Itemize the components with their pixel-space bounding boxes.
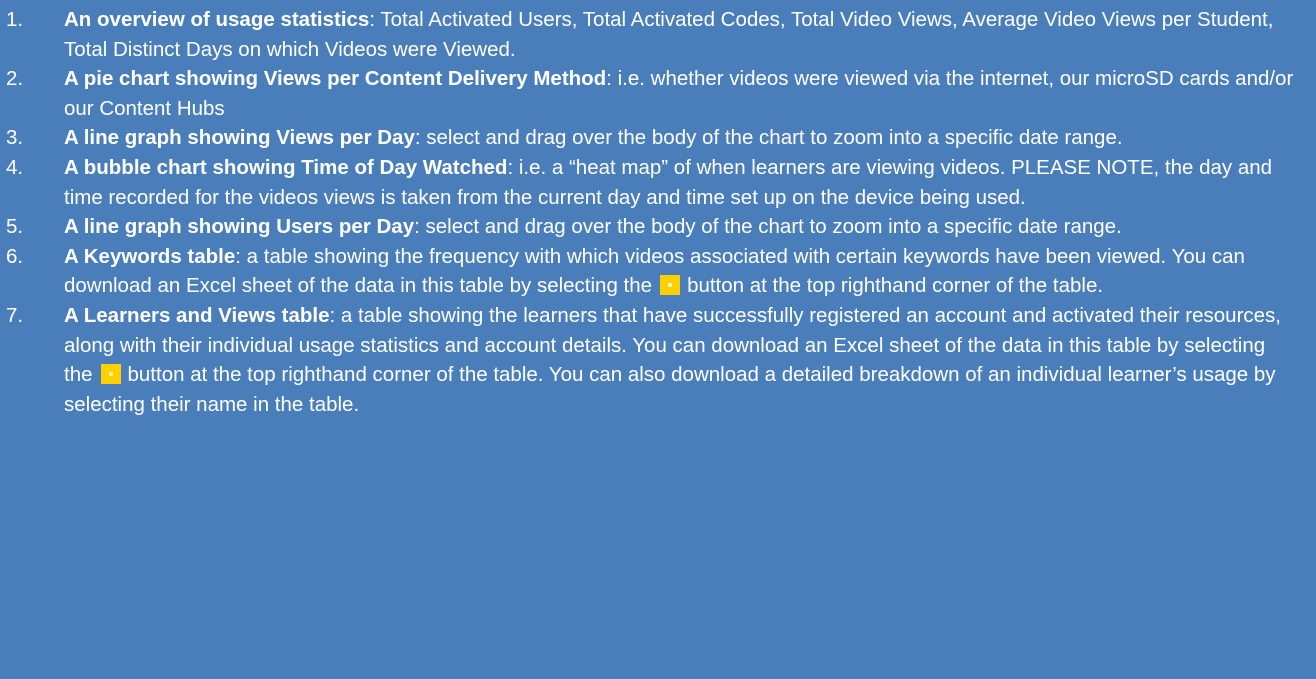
document-page: 1. An overview of usage statistics: Total… [0,0,1316,679]
list-item-title: An overview of usage statistics [64,8,370,31]
list-item: 6. A Keywords table: a table showing the … [6,242,1296,301]
list-item-text: button at the top righthand corner of th… [64,363,1276,416]
list-item: 7. A Learners and Views table: a table sh… [6,301,1296,419]
list-item: 1. An overview of usage statistics: Total… [6,5,1296,64]
list-item-text: : select and drag over the body of the c… [414,126,1123,150]
list-item-title: A line graph showing Users per Day [64,215,415,239]
list-item-text: button at the top righthand corner of th… [687,274,1104,298]
list-item: 3. A line graph showing Views per Day: se… [6,123,1296,153]
list-item-number: 1. [6,8,24,31]
list-item-number: 6. [6,244,24,268]
list-item-number: 7. [6,303,24,327]
list-item-number: 5. [6,215,24,239]
list-item-title: A Learners and Views table [64,303,330,327]
list-item-number: 4. [6,155,24,179]
list-item-number: 2. [6,67,24,91]
list-item-title: A line graph showing Views per Day [64,126,415,150]
feature-list: 1. An overview of usage statistics: Total… [6,5,1296,419]
list-item-number: 3. [6,126,24,150]
list-item-title: A bubble chart showing Time of Day Watch… [64,155,508,179]
excel-download-icon[interactable] [660,275,681,296]
list-item-title: A pie chart showing Views per Content De… [64,67,607,91]
excel-download-icon[interactable] [100,364,121,385]
list-item: 4. A bubble chart showing Time of Day Wat… [6,153,1296,212]
list-item-text: : select and drag over the body of the c… [414,215,1122,239]
list-item: 5. A line graph showing Users per Day: se… [6,212,1296,242]
list-item-title: A Keywords table [64,244,236,268]
list-item: 2. A pie chart showing Views per Content … [6,64,1296,123]
